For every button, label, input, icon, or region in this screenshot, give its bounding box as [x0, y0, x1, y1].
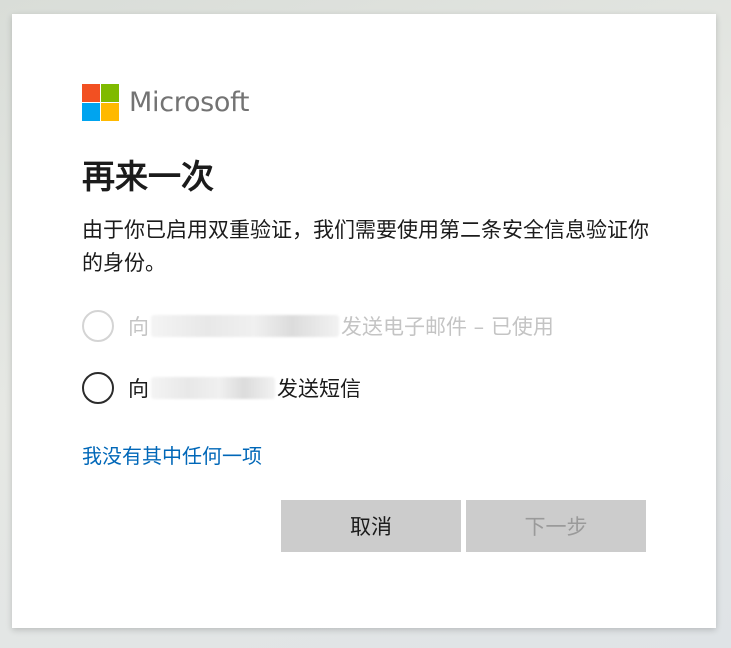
- no-options-link[interactable]: 我没有其中任何一项: [82, 440, 262, 469]
- option-email-suffix: 发送电子邮件 – 已使用: [341, 315, 554, 339]
- option-email-label: 向 发送电子邮件 – 已使用: [128, 311, 554, 341]
- option-email: 向 发送电子邮件 – 已使用: [82, 310, 554, 342]
- redacted-email: [151, 315, 339, 337]
- next-button[interactable]: 下一步: [466, 500, 646, 552]
- email-radio: [82, 310, 114, 342]
- cancel-button[interactable]: 取消: [281, 500, 461, 552]
- sms-radio[interactable]: [82, 372, 114, 404]
- logo-wordmark: Microsoft: [129, 87, 250, 118]
- option-sms-label[interactable]: 向 发送短信: [128, 373, 361, 403]
- page-description: 由于你已启用双重验证，我们需要使用第二条安全信息验证你的身份。: [82, 218, 649, 275]
- redacted-phone: [151, 377, 275, 399]
- microsoft-logo: Microsoft: [82, 84, 249, 121]
- sign-in-card: Microsoft 再来一次 由于你已启用双重验证，我们需要使用第二条安全信息验…: [12, 14, 716, 628]
- page-title: 再来一次: [82, 157, 214, 196]
- logo-square-red: [82, 84, 100, 102]
- option-sms-prefix: 向: [128, 377, 149, 401]
- option-sms-suffix: 发送短信: [277, 377, 361, 401]
- logo-square-yellow: [101, 103, 119, 121]
- option-sms[interactable]: 向 发送短信: [82, 372, 361, 404]
- logo-square-green: [101, 84, 119, 102]
- microsoft-logo-icon: [82, 84, 119, 121]
- logo-square-blue: [82, 103, 100, 121]
- option-email-prefix: 向: [128, 315, 149, 339]
